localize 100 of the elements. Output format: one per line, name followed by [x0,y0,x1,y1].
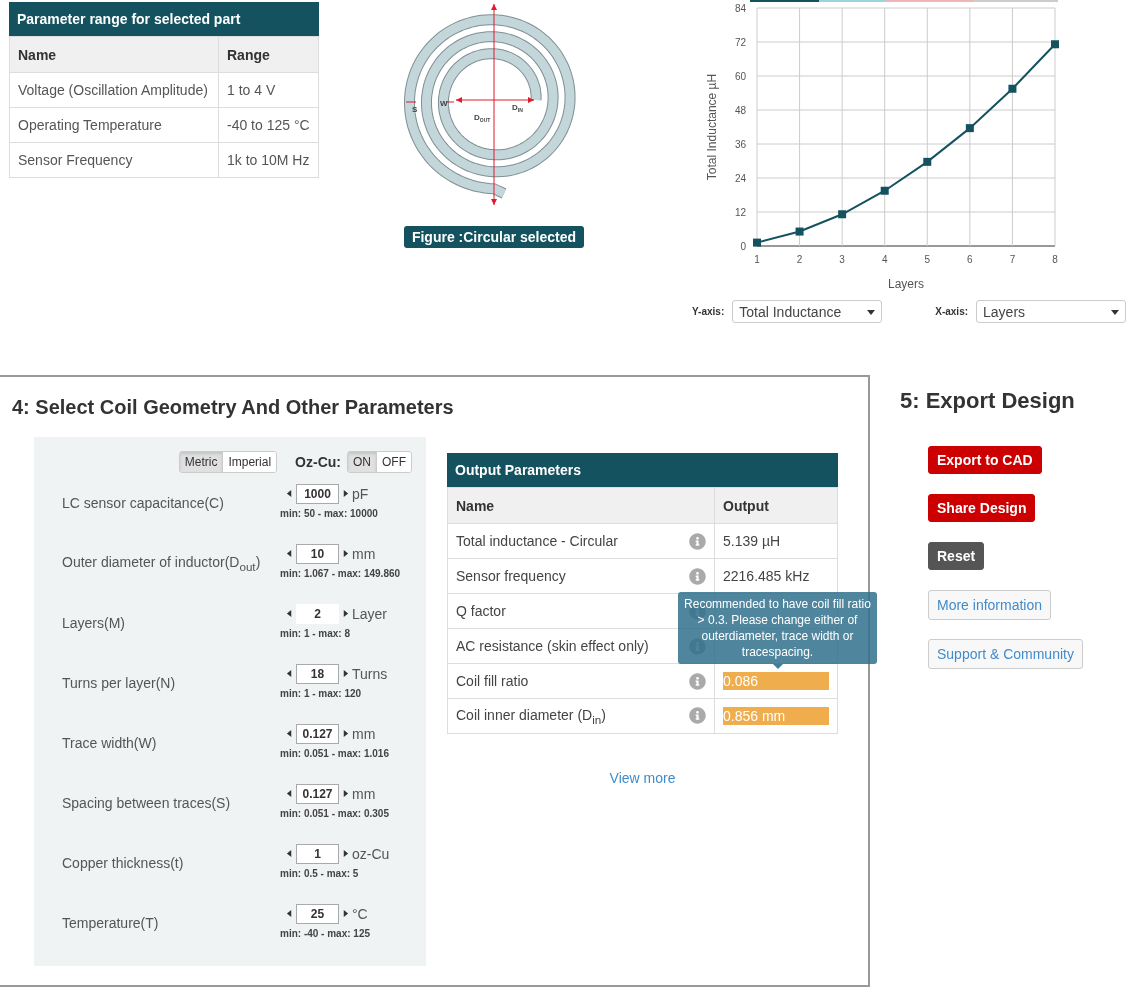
view-more-link[interactable]: View more [609,770,676,786]
unit-label: mm [352,725,376,742]
decrement-icon[interactable] [286,730,293,737]
table-cell: 1 to 4 V [218,72,319,108]
parameter-label: Layers(M) [62,615,126,631]
y-tick-label: 36 [734,139,746,150]
decrement-icon[interactable] [286,610,293,617]
oz-cu-toggle[interactable]: ON [348,452,376,472]
x-tick-label: 8 [1052,254,1058,265]
range-hint: min: 1 - max: 120 [280,687,363,699]
increment-icon[interactable] [342,910,349,917]
section-title: 5: Export Design [900,388,1076,414]
action-button[interactable]: Share Design [928,494,1036,522]
increment-icon[interactable] [342,550,349,557]
decrement-icon[interactable] [286,550,293,557]
table-title: Output Parameters [447,453,838,487]
unit-toggle[interactable]: Imperial [222,452,277,472]
decrement-icon[interactable] [286,490,293,497]
spiral-coil-drawing: S W D$_{OUT}$ D$_{IN}$ [394,0,594,212]
data-point [795,227,804,236]
increment-icon[interactable] [342,790,349,797]
data-point [923,157,932,166]
column-header: Name [447,487,715,524]
y-tick-label: 24 [734,173,746,184]
data-point [838,210,847,219]
unit-label: mm [352,785,376,802]
y-tick-label: 12 [734,207,746,218]
axis-select[interactable]: Layers [976,300,1127,323]
unit-toggle[interactable]: Metric [179,452,223,472]
unit-label: pF [352,485,369,502]
decrement-icon[interactable] [286,850,293,857]
increment-icon[interactable] [342,730,349,737]
parameter-label: Temperature(T) [62,915,160,931]
number-input[interactable]: 18 [296,663,339,684]
data-point [753,238,761,247]
axis-label: Y-axis: [692,306,725,317]
data-point [1008,84,1017,93]
x-tick-label: 4 [881,254,888,265]
oz-cu-label: Oz-Cu: [295,454,341,470]
unit-label: oz-Cu [352,845,390,862]
increment-icon[interactable] [342,490,349,497]
parameter-label: Spacing between traces(S) [62,795,232,811]
table-title: Parameter range for selected part [9,2,319,36]
range-hint: min: -40 - max: 125 [280,927,371,939]
x-tick-label: 2 [796,254,803,265]
range-hint: min: 0.5 - max: 5 [280,867,360,879]
decrement-icon[interactable] [286,670,293,677]
table-cell: Sensor frequency [456,568,566,584]
data-point [1051,40,1059,49]
range-hint: min: 1 - max: 8 [280,627,352,639]
table-cell: AC resistance (skin effect only) [456,638,649,654]
action-button[interactable]: Support & Community [928,639,1083,669]
number-input[interactable]: 1 [296,843,339,864]
output-value: 0.086 [723,672,829,690]
data-point [880,186,889,195]
number-input[interactable]: 10 [296,543,339,564]
caret-icon [1111,307,1120,316]
oz-cu-toggle[interactable]: OFF [376,452,411,472]
number-input[interactable]: 0.127 [296,723,339,744]
number-input[interactable]: 2 [296,603,339,624]
column-header: Range [218,36,319,73]
range-hint: min: 0.051 - max: 0.305 [280,807,389,819]
table-cell: Total inductance - Circular [456,533,618,549]
column-header: Output [714,487,838,524]
range-hint: min: 0.051 - max: 1.016 [280,747,389,759]
tooltip: Recommended to have coil fill ratio > 0.3. Please change either of outerdiameter, trace width or tracespacing. [678,592,877,669]
number-input[interactable]: 25 [296,903,339,924]
action-button[interactable]: Reset [928,542,985,570]
x-tick-label: 6 [967,254,973,265]
unit-label: °C [352,905,368,922]
table-cell: Sensor Frequency [9,142,219,178]
x-axis-title: Layers [888,277,924,291]
number-input[interactable]: 0.127 [296,783,339,804]
unit-label: mm [352,545,376,562]
table-cell: Coil fill ratio [456,673,529,689]
decrement-icon[interactable] [286,910,293,917]
x-tick-label: 5 [924,254,931,265]
increment-icon[interactable] [342,850,349,857]
x-tick-label: 3 [839,254,845,265]
x-tick-label: 1 [754,254,760,265]
action-button[interactable]: More information [928,590,1052,620]
y-tick-label: 84 [734,3,746,14]
action-button[interactable]: Export to CAD [928,446,1042,474]
table-cell: -40 to 125 °C [218,107,319,143]
x-tick-label: 7 [1009,254,1016,265]
unit-label: Turns [352,665,388,682]
number-input[interactable]: 1000 [296,483,339,504]
caret-icon [867,307,876,316]
range-hint: min: 1.067 - max: 149.860 [280,567,401,579]
parameter-label: Copper thickness(t) [62,855,185,871]
increment-icon[interactable] [342,610,349,617]
decrement-icon[interactable] [286,790,293,797]
table-cell: 1k to 10M Hz [218,142,319,178]
parameter-label: Turns per layer(N) [62,675,177,691]
unit-label: Layer [352,605,388,622]
axis-select[interactable]: Total Inductance [732,300,883,323]
range-hint: min: 50 - max: 10000 [280,507,378,519]
section-title: 4: Select Coil Geometry And Other Parameters [12,396,455,419]
column-header: Name [9,36,219,73]
increment-icon[interactable] [342,670,349,677]
